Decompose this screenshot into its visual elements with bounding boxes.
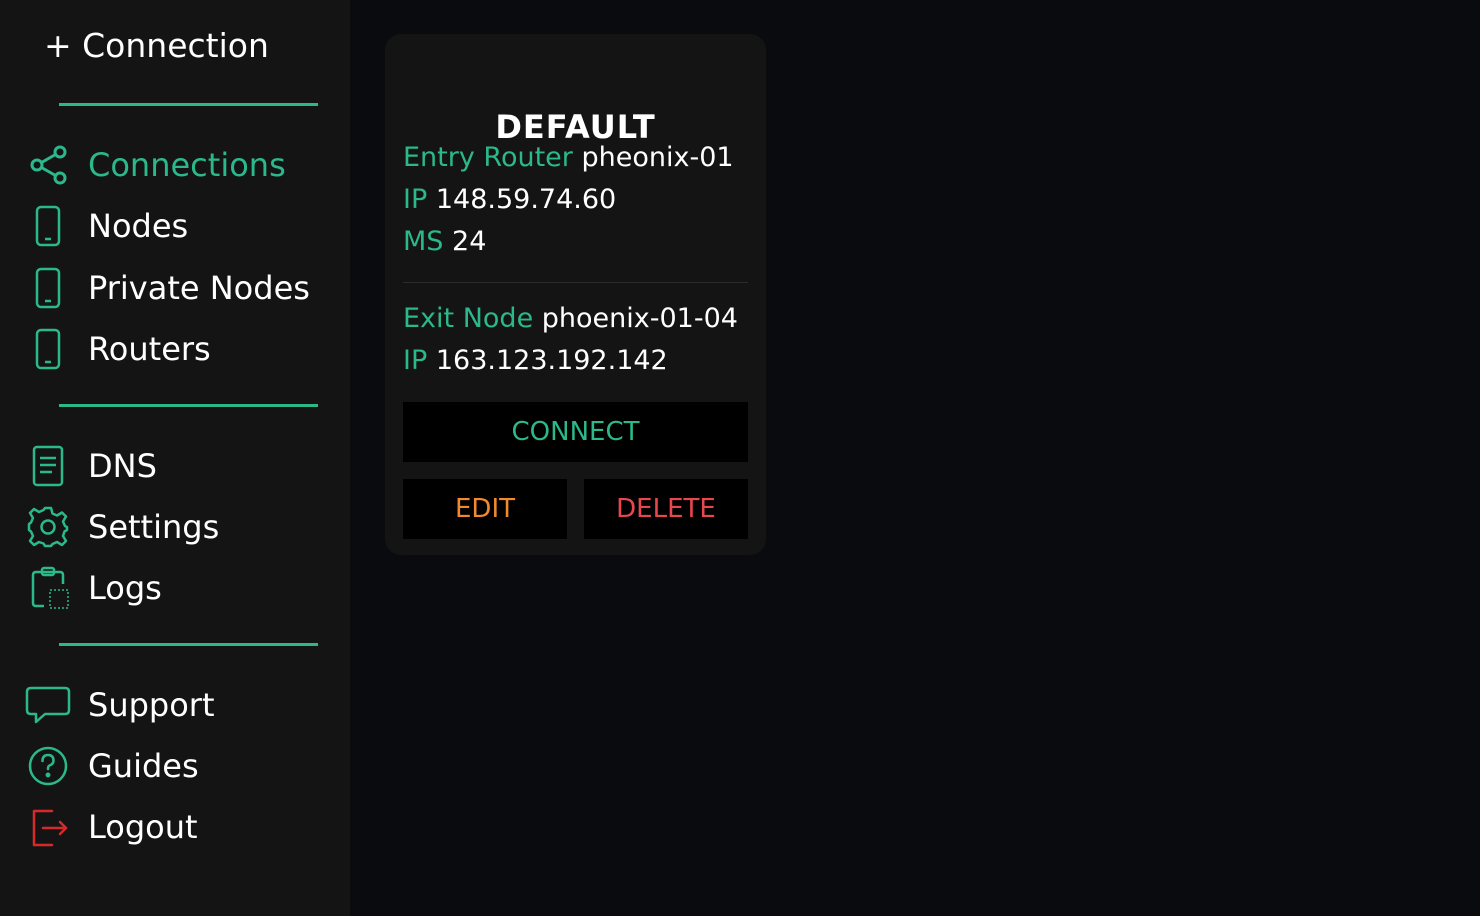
latency-label: MS — [403, 226, 444, 257]
sidebar-item-support[interactable]: Support — [24, 681, 344, 729]
gear-icon — [24, 503, 72, 551]
exit-node-value: phoenix-01-04 — [541, 303, 738, 334]
phone-icon — [24, 202, 72, 250]
delete-button[interactable]: DELETE — [584, 479, 748, 539]
edit-button[interactable]: EDIT — [403, 479, 567, 539]
sidebar-item-connections[interactable]: Connections — [24, 141, 344, 189]
connection-title: DEFAULT — [495, 108, 656, 146]
exit-ip-label: IP — [403, 345, 428, 376]
sidebar-item-label: Routers — [88, 330, 211, 368]
entry-ip-label: IP — [403, 184, 428, 215]
sidebar-item-label: Logout — [88, 808, 198, 846]
chat-bubble-icon — [24, 681, 72, 729]
sidebar-item-routers[interactable]: Routers — [24, 325, 344, 373]
sidebar-item-label: DNS — [88, 447, 157, 485]
entry-router-row: Entry Router pheonix-01 — [403, 142, 734, 173]
latency-row: MS 24 — [403, 226, 486, 257]
phone-icon — [24, 325, 72, 373]
sidebar-item-label: Logs — [88, 569, 162, 607]
connect-button[interactable]: CONNECT — [403, 402, 748, 462]
sidebar-divider — [59, 404, 318, 407]
entry-router-label: Entry Router — [403, 142, 573, 173]
sidebar-item-settings[interactable]: Settings — [24, 503, 344, 551]
entry-ip-value: 148.59.74.60 — [435, 184, 617, 215]
exit-ip-value: 163.123.192.142 — [435, 345, 668, 376]
share-icon — [24, 141, 72, 189]
sidebar-item-private-nodes[interactable]: Private Nodes — [24, 264, 344, 312]
help-circle-icon — [24, 742, 72, 790]
sidebar-item-label: Settings — [88, 508, 220, 546]
entry-router-value: pheonix-01 — [581, 142, 734, 173]
clipboard-icon — [24, 564, 72, 612]
sidebar-item-label: Private Nodes — [88, 269, 310, 307]
document-icon — [24, 442, 72, 490]
sidebar-item-dns[interactable]: DNS — [24, 442, 344, 490]
logout-icon — [24, 803, 72, 851]
sidebar-divider — [59, 103, 318, 106]
new-connection-button[interactable]: + Connection — [44, 26, 269, 65]
sidebar-item-label: Nodes — [88, 207, 189, 245]
sidebar-item-label: Connections — [88, 146, 286, 184]
phone-icon — [24, 264, 72, 312]
exit-node-row: Exit Node phoenix-01-04 — [403, 303, 738, 334]
sidebar-item-label: Support — [88, 686, 215, 724]
sidebar-item-nodes[interactable]: Nodes — [24, 202, 344, 250]
sidebar-item-label: Guides — [88, 747, 199, 785]
sidebar-divider — [59, 643, 318, 646]
card-divider — [403, 282, 748, 283]
exit-node-label: Exit Node — [403, 303, 534, 334]
connection-card: DEFAULT — [385, 34, 766, 555]
latency-value: 24 — [452, 226, 487, 257]
sidebar-item-logout[interactable]: Logout — [24, 803, 344, 851]
exit-ip-row: IP 163.123.192.142 — [403, 345, 668, 376]
sidebar-item-guides[interactable]: Guides — [24, 742, 344, 790]
sidebar: + Connection Connections Nodes Private N… — [0, 0, 350, 916]
sidebar-item-logs[interactable]: Logs — [24, 564, 344, 612]
entry-ip-row: IP 148.59.74.60 — [403, 184, 616, 215]
